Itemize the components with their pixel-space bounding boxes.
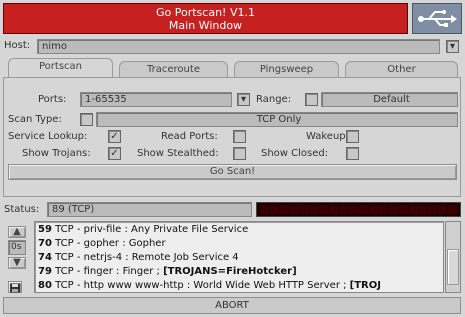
window-title: Go Portscan! V1.1 Main Window <box>3 3 408 34</box>
range-label: Range: <box>256 94 292 105</box>
status-value: 89 (TCP) <box>47 202 252 217</box>
show-trojans-label: Show Trojans: <box>22 148 91 159</box>
service-lookup-checkbox[interactable]: ✓ <box>108 130 121 143</box>
results-list: 59 TCP - priv-file : Any Private File Se… <box>34 221 444 293</box>
title-line-1: Go Portscan! V1.1 <box>156 6 255 19</box>
tab-traceroute[interactable]: Traceroute <box>119 61 228 78</box>
show-closed-checkbox[interactable] <box>346 147 359 160</box>
tab-pingsweep[interactable]: Pingsweep <box>234 61 339 78</box>
wakeup-label: Wakeup: <box>306 131 350 142</box>
read-ports-label: Read Ports: <box>161 131 218 142</box>
delay-up-button[interactable]: ▲ <box>8 226 26 238</box>
floppy-icon <box>10 283 20 293</box>
progress-bar <box>256 202 461 217</box>
host-label: Host: <box>4 40 31 51</box>
list-item[interactable]: 59 TCP - priv-file : Any Private File Se… <box>38 223 440 237</box>
triangle-down-icon: ▼ <box>13 257 21 268</box>
ports-select-button[interactable]: ▾ <box>237 93 250 106</box>
delay-down-button[interactable]: ▼ <box>8 257 26 269</box>
show-stealthed-checkbox[interactable] <box>233 147 246 160</box>
list-item[interactable]: 74 TCP - netrjs-4 : Remote Job Service 4 <box>38 251 440 265</box>
service-lookup-label: Service Lookup: <box>8 131 88 142</box>
status-label: Status: <box>4 204 40 215</box>
delay-input[interactable]: 0s <box>8 240 26 255</box>
ports-label: Ports: <box>38 94 67 105</box>
tab-other[interactable]: Other <box>345 61 458 78</box>
tab-portscan[interactable]: Portscan <box>8 58 113 78</box>
usb-icon <box>418 10 457 27</box>
list-item[interactable]: 79 TCP - finger : Finger ; [TROJANS=Fire… <box>38 265 440 279</box>
scan-type-toggle[interactable] <box>80 113 93 126</box>
go-scan-button[interactable]: Go Scan! <box>8 164 457 180</box>
show-stealthed-label: Show Stealthed: <box>137 148 219 159</box>
ports-input[interactable]: 1-65535 <box>80 92 232 107</box>
save-button[interactable] <box>8 281 22 293</box>
read-ports-checkbox[interactable] <box>233 130 246 143</box>
range-select[interactable]: Default <box>321 92 458 107</box>
title-line-2: Main Window <box>168 19 243 32</box>
wakeup-checkbox[interactable] <box>346 130 359 143</box>
host-input[interactable]: nimo <box>37 39 440 54</box>
host-history-toggle[interactable]: ▾ <box>446 40 459 53</box>
show-trojans-checkbox[interactable]: ✓ <box>108 147 121 160</box>
scan-type-label: Scan Type: <box>8 114 62 125</box>
show-closed-label: Show Closed: <box>261 148 329 159</box>
range-toggle[interactable] <box>305 93 318 106</box>
usb-logo-button[interactable] <box>412 3 462 34</box>
list-item[interactable]: 70 TCP - gopher : Gopher <box>38 237 440 251</box>
chevron-down-icon: ▾ <box>449 41 456 52</box>
scan-type-select[interactable]: TCP Only <box>96 112 458 127</box>
abort-button[interactable]: ABORT <box>3 297 461 314</box>
chevron-down-icon: ▾ <box>240 94 247 105</box>
triangle-up-icon: ▲ <box>13 226 21 237</box>
list-item[interactable]: 80 TCP - http www www-http : World Wide … <box>38 279 440 292</box>
results-scroll-thumb[interactable] <box>447 249 459 285</box>
